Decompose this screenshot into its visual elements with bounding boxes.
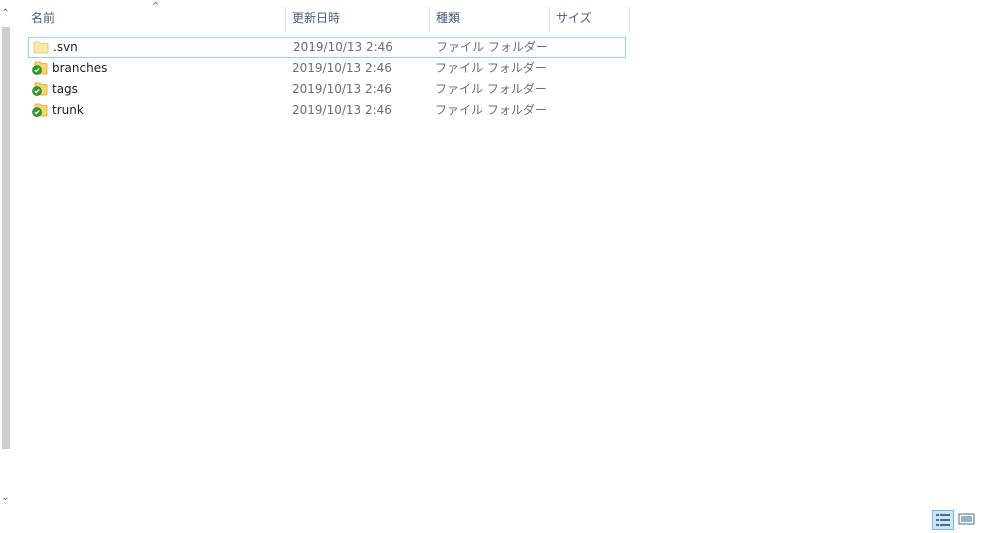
details-view-icon bbox=[936, 514, 950, 526]
details-view-button[interactable] bbox=[932, 510, 954, 530]
file-name: branches bbox=[52, 61, 108, 75]
file-row-branches[interactable]: branches 2019/10/13 2:46 ファイル フォルダー bbox=[28, 58, 626, 79]
column-header-size[interactable]: サイズ bbox=[549, 6, 630, 32]
plain-folder-icon bbox=[33, 41, 49, 54]
svn-normal-folder-icon bbox=[32, 103, 48, 117]
scroll-down-icon[interactable]: ⌄ bbox=[0, 490, 11, 506]
column-header-name[interactable]: 名前 bbox=[25, 6, 285, 32]
large-icons-view-icon bbox=[958, 513, 975, 525]
file-type: ファイル フォルダー bbox=[435, 82, 547, 96]
file-name: tags bbox=[52, 82, 78, 96]
scroll-up-icon[interactable]: ⌃ bbox=[0, 6, 11, 22]
file-list: .svn 2019/10/13 2:46 ファイル フォルダー branches… bbox=[28, 37, 626, 121]
column-header-type[interactable]: 種類 bbox=[429, 6, 549, 32]
file-date: 2019/10/13 2:46 bbox=[292, 61, 392, 75]
file-date: 2019/10/13 2:46 bbox=[292, 82, 392, 96]
svn-normal-folder-icon bbox=[32, 61, 48, 75]
file-name: trunk bbox=[52, 103, 84, 117]
large-icons-view-button[interactable] bbox=[957, 510, 979, 530]
file-type: ファイル フォルダー bbox=[435, 61, 547, 75]
file-row-trunk[interactable]: trunk 2019/10/13 2:46 ファイル フォルダー bbox=[28, 100, 626, 121]
file-name: .svn bbox=[53, 40, 78, 54]
file-date: 2019/10/13 2:46 bbox=[292, 103, 392, 117]
scrollbar-thumb[interactable] bbox=[2, 27, 10, 449]
nav-pane-scrollbar[interactable]: ⌃ ⌄ bbox=[0, 0, 11, 510]
column-header-row: ⌃ 名前 更新日時 種類 サイズ bbox=[25, 0, 630, 32]
file-row-tags[interactable]: tags 2019/10/13 2:46 ファイル フォルダー bbox=[28, 79, 626, 100]
svn-normal-folder-icon bbox=[32, 82, 48, 96]
file-type: ファイル フォルダー bbox=[435, 103, 547, 117]
file-date: 2019/10/13 2:46 bbox=[293, 40, 393, 54]
file-type: ファイル フォルダー bbox=[436, 40, 548, 54]
column-header-date[interactable]: 更新日時 bbox=[285, 6, 429, 32]
file-row-svn[interactable]: .svn 2019/10/13 2:46 ファイル フォルダー bbox=[28, 37, 626, 58]
